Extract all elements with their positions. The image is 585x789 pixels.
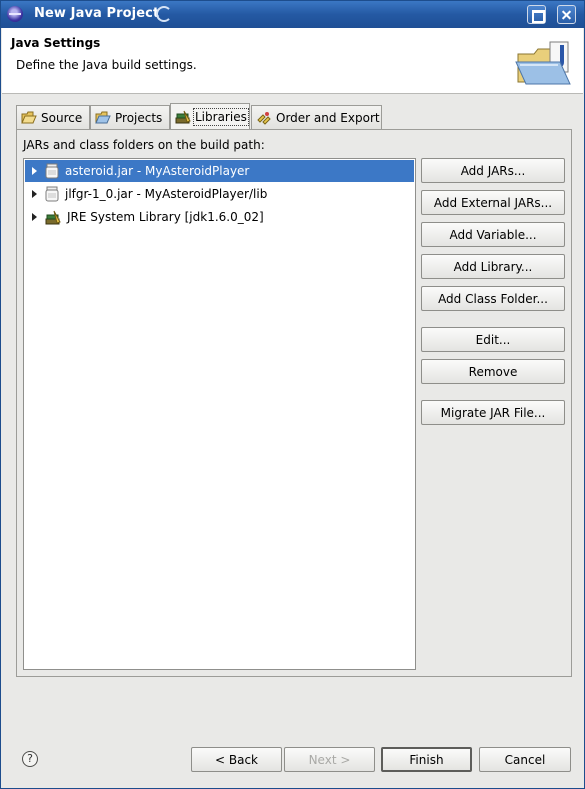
tree-row[interactable]: JRE System Library [jdk1.6.0_02] — [25, 206, 414, 228]
jar-icon — [45, 186, 59, 202]
projects-folder-icon — [95, 111, 111, 123]
add-variable-button[interactable]: Add Variable... — [421, 222, 565, 247]
swirl-icon — [156, 6, 172, 22]
build-path-tree[interactable]: asteroid.jar - MyAsteroidPlayer jlfgr-1_… — [23, 158, 416, 670]
add-class-folder-button[interactable]: Add Class Folder... — [421, 286, 565, 311]
tab-libraries-label: Libraries — [193, 108, 249, 126]
jre-library-icon — [45, 210, 61, 225]
java-project-wizard-icon — [515, 41, 571, 85]
tab-order-and-export[interactable]: Order and Export — [251, 105, 382, 129]
tab-source-label: Source — [41, 110, 83, 125]
remove-button[interactable]: Remove — [421, 359, 565, 384]
tree-row[interactable]: jlfgr-1_0.jar - MyAsteroidPlayer/lib — [25, 183, 414, 205]
edit-button[interactable]: Edit... — [421, 327, 565, 352]
expand-arrow-icon[interactable] — [32, 167, 37, 175]
build-path-caption: JARs and class folders on the build path… — [23, 138, 265, 152]
tab-source[interactable]: Source — [16, 105, 90, 129]
tab-libraries[interactable]: Libraries — [170, 103, 250, 130]
source-folder-icon — [21, 111, 37, 123]
tree-row[interactable]: asteroid.jar - MyAsteroidPlayer — [25, 160, 414, 182]
page-title: Java Settings — [11, 36, 101, 50]
add-external-jars-button[interactable]: Add External JARs... — [421, 190, 565, 215]
tree-row-label: JRE System Library [jdk1.6.0_02] — [67, 210, 264, 224]
tab-projects[interactable]: Projects — [90, 105, 170, 129]
order-export-icon — [257, 111, 271, 125]
tree-row-label: jlfgr-1_0.jar - MyAsteroidPlayer/lib — [65, 187, 268, 201]
wizard-header: Java Settings Define the Java build sett… — [2, 28, 583, 94]
close-button[interactable] — [557, 5, 576, 24]
tab-projects-label: Projects — [115, 110, 163, 125]
page-description: Define the Java build settings. — [16, 58, 197, 72]
eclipse-icon — [7, 6, 23, 22]
expand-arrow-icon[interactable] — [32, 190, 37, 198]
help-icon[interactable]: ? — [22, 751, 38, 767]
add-library-button[interactable]: Add Library... — [421, 254, 565, 279]
new-java-project-dialog: New Java Project Java Settings Define th… — [0, 0, 585, 789]
window-title: New Java Project — [34, 6, 160, 21]
finish-button[interactable]: Finish — [381, 747, 472, 772]
expand-arrow-icon[interactable] — [32, 213, 37, 221]
cancel-button[interactable]: Cancel — [479, 747, 571, 772]
add-jars-button[interactable]: Add JARs... — [421, 158, 565, 183]
maximize-button[interactable] — [527, 5, 546, 24]
title-bar[interactable]: New Java Project — [1, 1, 584, 28]
tree-row-label: asteroid.jar - MyAsteroidPlayer — [65, 164, 250, 178]
jar-icon — [45, 163, 59, 179]
next-button[interactable]: Next > — [284, 747, 375, 772]
migrate-jar-file-button[interactable]: Migrate JAR File... — [421, 400, 565, 425]
libraries-icon — [175, 110, 191, 124]
back-button[interactable]: < Back — [191, 747, 282, 772]
tab-order-and-export-label: Order and Export — [276, 110, 380, 125]
libraries-tab-panel: JARs and class folders on the build path… — [16, 129, 572, 677]
